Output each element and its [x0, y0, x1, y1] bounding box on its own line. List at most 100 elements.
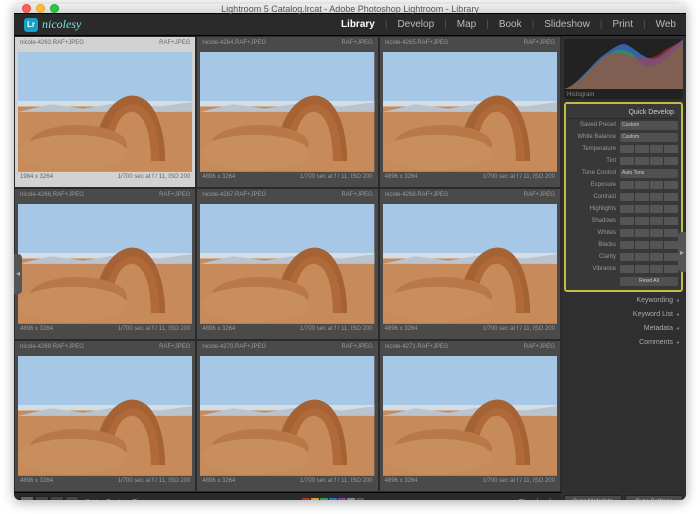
- histogram-panel[interactable]: Histogram: [564, 39, 683, 99]
- thumb-exif: 1/700 sec at f / 11, ISO 200: [300, 174, 373, 184]
- thumb-filename: nicole-4271.RAF+JPEG: [385, 344, 449, 354]
- thumbnail-cell[interactable]: nicole-4266.RAF+JPEGRAF+JPEG 4896 x 3264…: [14, 188, 196, 340]
- tone-control-button[interactable]: Auto Tone: [620, 169, 678, 178]
- thumb-dims: 1984 x 3264: [20, 174, 53, 184]
- module-print[interactable]: Print: [612, 17, 633, 32]
- blacks-label: Blacks: [569, 242, 620, 248]
- shadows-stepper[interactable]: [620, 217, 678, 225]
- color-label-swatch[interactable]: [356, 498, 364, 500]
- module-picker: Library|Develop|Map|Book|Slideshow|Print…: [341, 17, 676, 32]
- thumb-exif: 1/700 sec at f / 11, ISO 200: [118, 478, 191, 488]
- keywording-panel-header[interactable]: Keywording: [564, 295, 683, 306]
- left-panel-toggle[interactable]: ◂: [14, 254, 22, 294]
- thumb-image[interactable]: [200, 52, 374, 172]
- temperature-label: Temperature: [569, 146, 620, 152]
- grid-view-icon[interactable]: [20, 496, 34, 500]
- thumb-exif: 1/700 sec at f / 11, ISO 200: [118, 326, 191, 336]
- thumbnail-cell[interactable]: nicole-4263.RAF+JPEGRAF+JPEG 1984 x 3264…: [14, 36, 196, 188]
- view-mode-switch[interactable]: [20, 496, 79, 500]
- thumb-image[interactable]: [18, 204, 192, 324]
- loupe-view-icon[interactable]: [35, 496, 49, 500]
- thumb-exif: 1/700 sec at f / 11, ISO 200: [482, 326, 555, 336]
- lightroom-badge-icon: Lr: [24, 18, 38, 32]
- thumbnail-cell[interactable]: nicole-4268.RAF+JPEGRAF+JPEG 4896 x 3264…: [379, 188, 561, 340]
- blacks-stepper[interactable]: [620, 241, 678, 249]
- titlebar[interactable]: Lightroom 5 Catalog.lrcat - Adobe Photos…: [14, 4, 686, 13]
- toolbar: Sort: Capture Time Thumbnails: [14, 492, 561, 500]
- contrast-label: Contrast: [569, 194, 620, 200]
- thumbnail-cell[interactable]: nicole-4265.RAF+JPEGRAF+JPEG 4896 x 3264…: [379, 36, 561, 188]
- sync-settings-button[interactable]: Sync Settings: [625, 495, 683, 500]
- vibrance-stepper[interactable]: [620, 265, 678, 273]
- highlights-stepper[interactable]: [620, 205, 678, 213]
- compare-view-icon[interactable]: [50, 496, 64, 500]
- tint-stepper[interactable]: [620, 157, 678, 165]
- thumbnail-cell[interactable]: nicole-4270.RAF+JPEGRAF+JPEG 4896 x 3264…: [196, 340, 378, 492]
- highlights-label: Highlights: [569, 206, 620, 212]
- vibrance-label: Vibrance: [569, 266, 620, 272]
- brand-name: nicolesy: [42, 17, 81, 32]
- survey-view-icon[interactable]: [65, 496, 79, 500]
- color-label-swatch[interactable]: [329, 498, 337, 500]
- identity-plate[interactable]: Lr nicolesy: [24, 17, 81, 32]
- comments-panel-header[interactable]: Comments: [564, 337, 683, 348]
- color-label-swatch[interactable]: [302, 498, 310, 500]
- app-window: Lightroom 5 Catalog.lrcat - Adobe Photos…: [14, 4, 686, 500]
- thumb-image[interactable]: [383, 204, 557, 324]
- thumb-dims: 4896 x 3264: [20, 326, 53, 336]
- clarity-stepper[interactable]: [620, 253, 678, 261]
- sort-value[interactable]: Capture Time: [106, 499, 148, 500]
- thumbnail-cell[interactable]: nicole-4269.RAF+JPEG RAF+JPEG 4896 x 3264…: [14, 340, 196, 492]
- contrast-stepper[interactable]: [620, 193, 678, 201]
- thumb-image[interactable]: [18, 356, 192, 476]
- module-develop[interactable]: Develop: [397, 17, 434, 32]
- thumb-filename: nicole-4269.RAF+JPEG: [20, 344, 84, 354]
- histogram-label: Histogram: [567, 92, 594, 98]
- thumb-dims: 4896 x 3264: [385, 174, 418, 184]
- whites-stepper[interactable]: [620, 229, 678, 237]
- thumb-dims: 4896 x 3264: [20, 478, 53, 488]
- color-label-swatch[interactable]: [320, 498, 328, 500]
- thumb-image[interactable]: [18, 52, 192, 172]
- module-book[interactable]: Book: [499, 17, 522, 32]
- saved-preset-select[interactable]: Custom: [620, 121, 678, 130]
- shadows-label: Shadows: [569, 218, 620, 224]
- app-chrome: Lr nicolesy Library|Develop|Map|Book|Sli…: [14, 13, 686, 500]
- thumb-image[interactable]: [200, 204, 374, 324]
- right-panel-toggle[interactable]: ▸: [678, 232, 686, 272]
- thumb-filename: nicole-4268.RAF+JPEG: [385, 192, 449, 202]
- window-title: Lightroom 5 Catalog.lrcat - Adobe Photos…: [14, 4, 686, 14]
- module-map[interactable]: Map: [457, 17, 476, 32]
- color-label-swatch[interactable]: [311, 498, 319, 500]
- thumb-dims: 4896 x 3264: [385, 326, 418, 336]
- metadata-panel-header[interactable]: Metadata: [564, 323, 683, 334]
- quick-develop-title[interactable]: Quick Develop: [569, 107, 678, 119]
- thumb-format: RAF+JPEG: [159, 344, 190, 354]
- sort-label: Sort:: [85, 499, 100, 500]
- sync-metadata-button[interactable]: Sync Metadata: [564, 495, 622, 500]
- thumb-exif: 1/700 sec at f / 11, ISO 200: [482, 174, 555, 184]
- thumb-image[interactable]: [200, 356, 374, 476]
- white-balance-select[interactable]: Custom: [620, 133, 678, 142]
- exposure-stepper[interactable]: [620, 181, 678, 189]
- main-body: ◂ nicole-4263.RAF+JPEGRAF+JPEG 1984 x 32…: [14, 36, 686, 500]
- thumbnail-cell[interactable]: nicole-4271.RAF+JPEGRAF+JPEG 4896 x 3264…: [379, 340, 561, 492]
- tone-control-label: Tone Control: [569, 170, 620, 176]
- whites-label: Whites: [569, 230, 620, 236]
- thumbnail-cell[interactable]: nicole-4264.RAF+JPEGRAF+JPEG 4896 x 3264…: [196, 36, 378, 188]
- module-slideshow[interactable]: Slideshow: [544, 17, 590, 32]
- color-label-bar: [302, 498, 364, 500]
- keyword-list-panel-header[interactable]: Keyword List: [564, 309, 683, 320]
- module-library[interactable]: Library: [341, 17, 375, 32]
- thumbnail-cell[interactable]: nicole-4267.RAF+JPEGRAF+JPEG 4896 x 3264…: [196, 188, 378, 340]
- temperature-stepper[interactable]: [620, 145, 678, 153]
- color-label-swatch[interactable]: [338, 498, 346, 500]
- color-label-swatch[interactable]: [347, 498, 355, 500]
- thumb-exif: 1/700 sec at f / 11, ISO 200: [300, 478, 373, 488]
- reset-all-button[interactable]: Reset All: [620, 277, 678, 286]
- thumb-image[interactable]: [383, 52, 557, 172]
- thumbnail-grid: nicole-4263.RAF+JPEGRAF+JPEG 1984 x 3264…: [14, 36, 561, 492]
- thumb-image[interactable]: [383, 356, 557, 476]
- thumb-dims: 4896 x 3264: [202, 174, 235, 184]
- module-web[interactable]: Web: [656, 17, 676, 32]
